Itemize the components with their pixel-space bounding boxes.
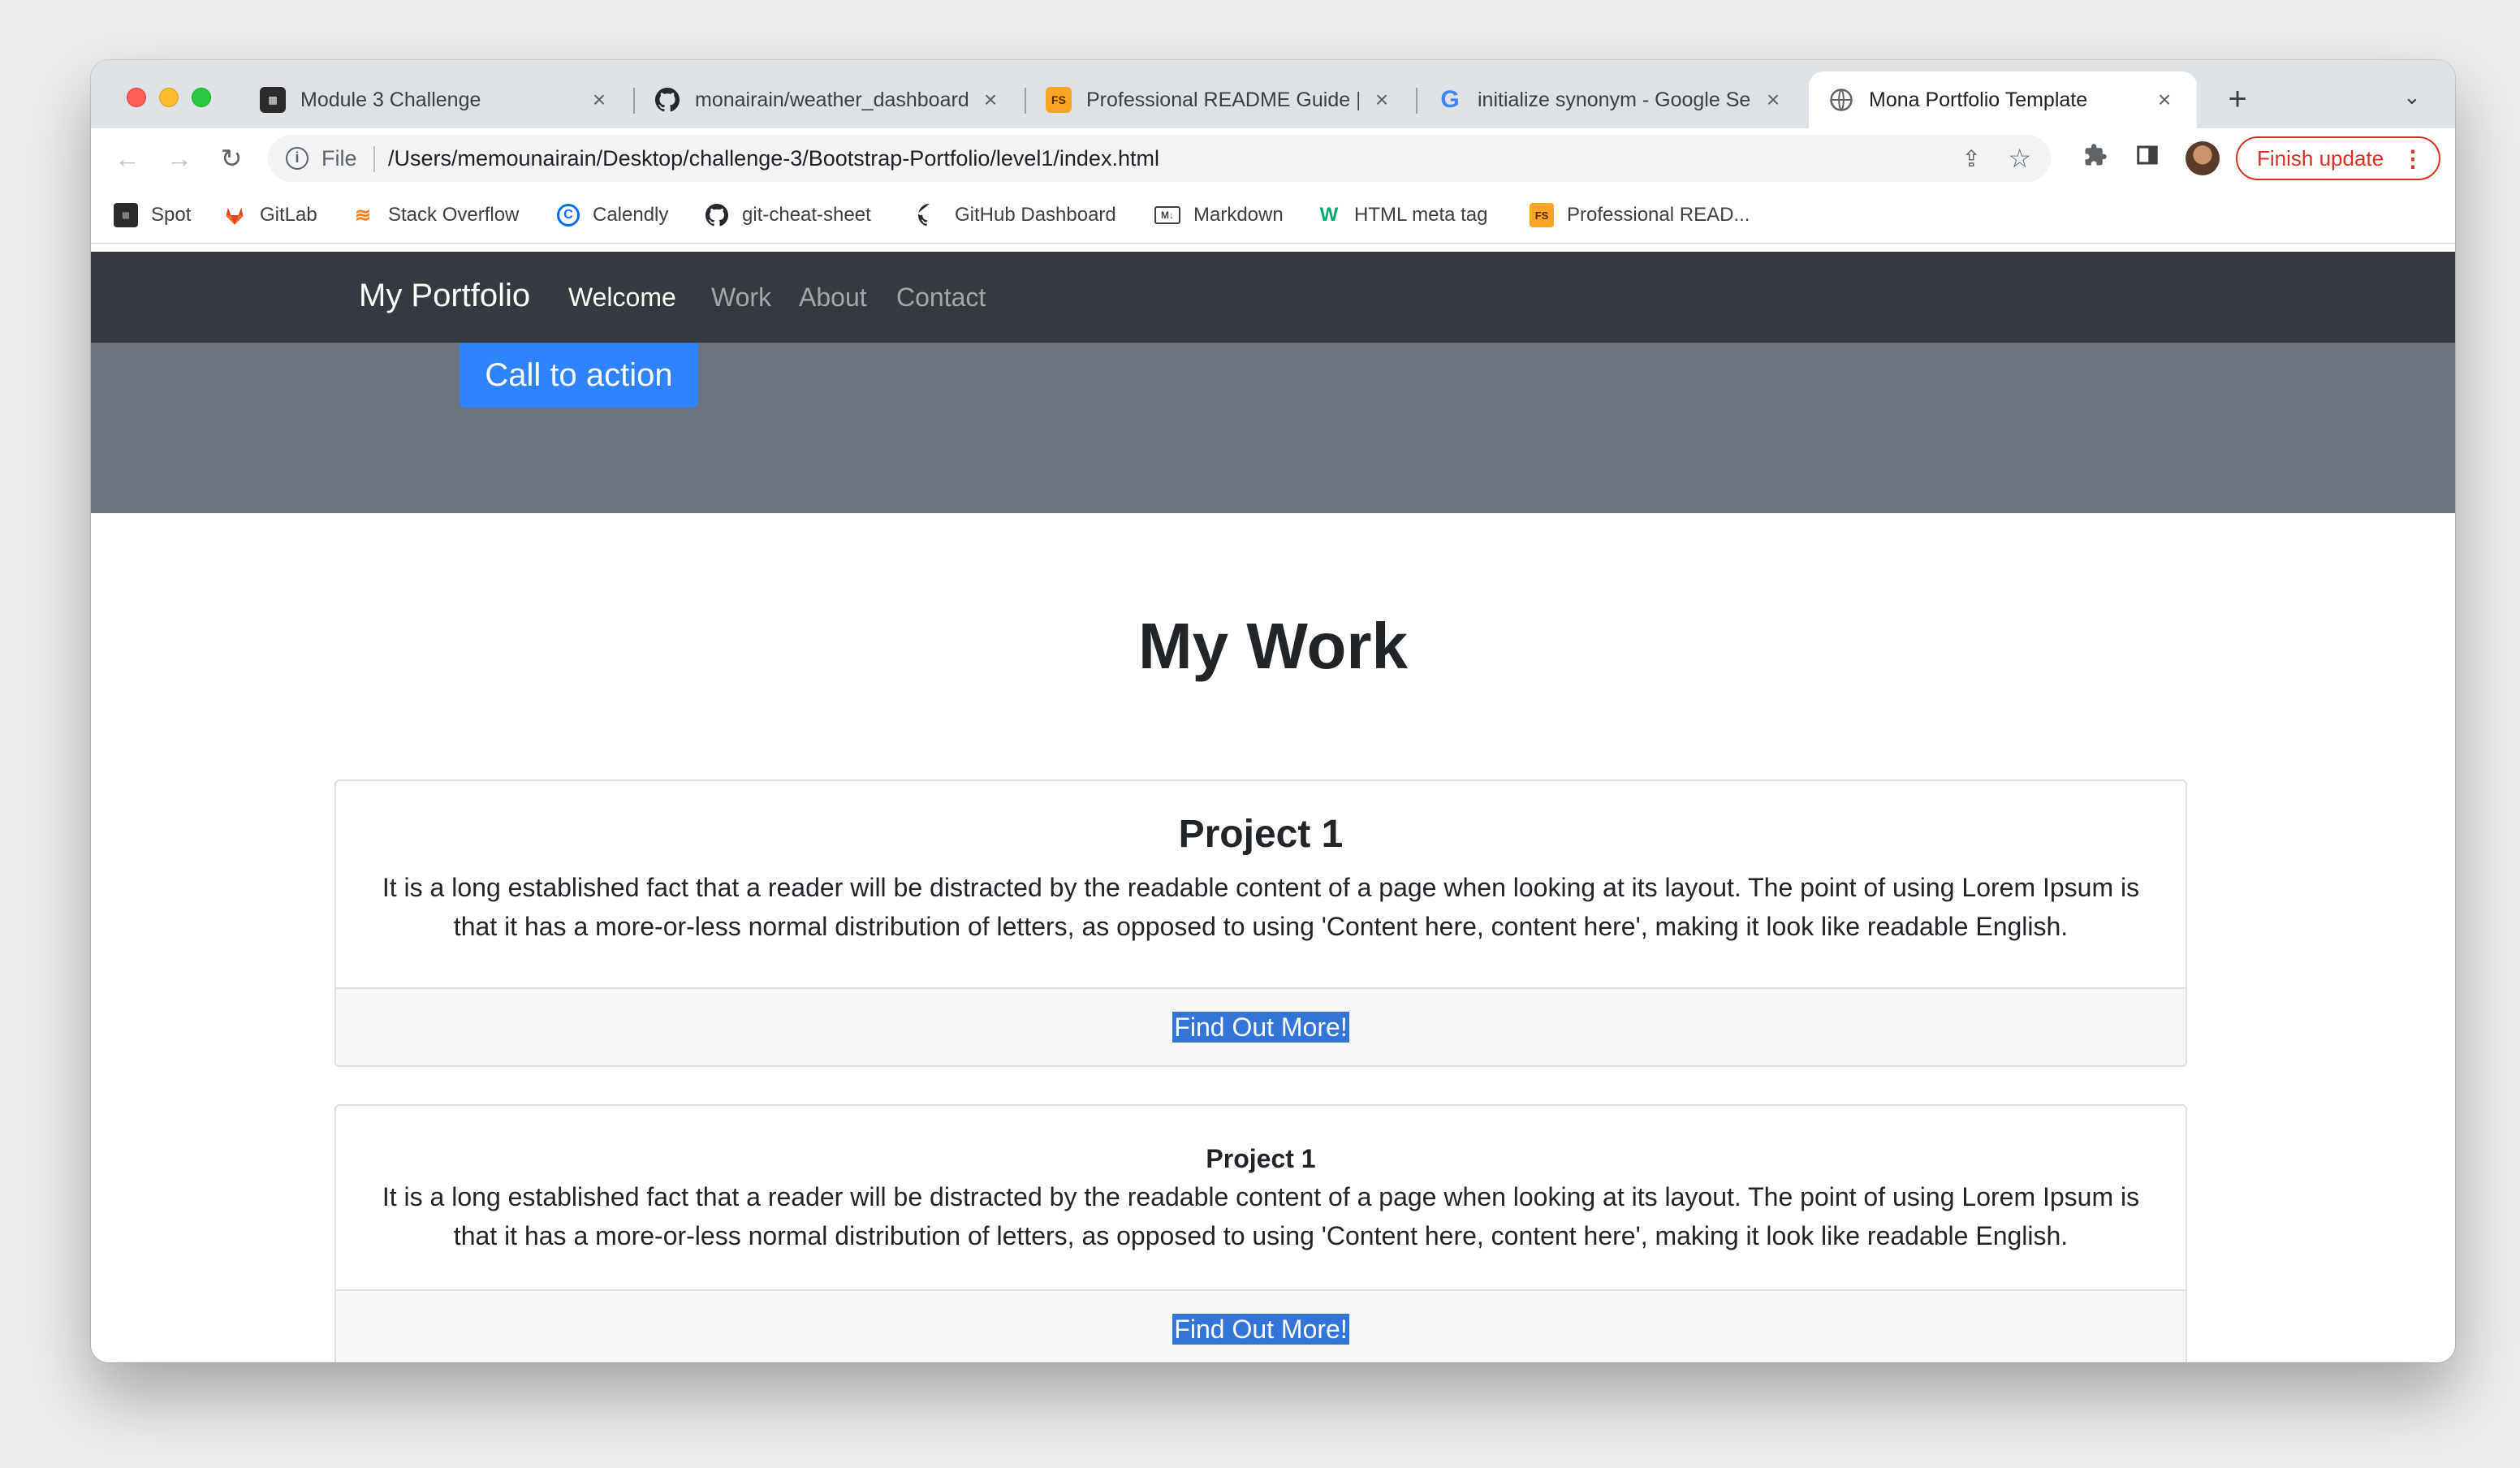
- tab-title: Professional README Guide |: [1086, 88, 1359, 111]
- bookmark-label: Stack Overflow: [388, 204, 520, 226]
- bookmark-label: GitHub Dashboard: [955, 204, 1116, 226]
- bookmark-spot[interactable]: ▦ Spot: [114, 201, 191, 229]
- find-out-more-link[interactable]: Find Out More!: [1172, 1012, 1349, 1043]
- hero-section: Call to action: [91, 343, 2455, 513]
- address-divider: [373, 146, 375, 172]
- calendly-icon: C: [557, 204, 580, 227]
- card-body: Project 1 It is a long established fact …: [336, 1106, 2186, 1255]
- side-panel-icon[interactable]: [2130, 141, 2164, 175]
- close-tab-icon[interactable]: ×: [1760, 87, 1786, 113]
- card-text: It is a long established fact that a rea…: [382, 1182, 2140, 1250]
- close-tab-icon[interactable]: ×: [2151, 87, 2177, 113]
- page-viewport: My Portfolio Welcome Work About Contact …: [91, 252, 2455, 1362]
- minimize-window-button[interactable]: [159, 88, 179, 107]
- tab-weather-dashboard[interactable]: monairain/weather_dashboard ×: [635, 71, 1023, 128]
- bookmark-git-cheat-sheet[interactable]: git-cheat-sheet: [705, 201, 871, 229]
- tab-mona-portfolio[interactable]: Mona Portfolio Template ×: [1809, 71, 2197, 128]
- profile-avatar[interactable]: [2186, 141, 2220, 175]
- find-out-more-link[interactable]: Find Out More!: [1172, 1314, 1349, 1345]
- bookmarks-bar: ▦ Spot GitLab ≋ Stack Overflow C Calendl…: [91, 188, 2455, 244]
- new-tab-icon[interactable]: +: [2218, 80, 2257, 119]
- bookmark-label: GitLab: [260, 204, 317, 226]
- github-icon: [654, 87, 680, 113]
- close-tab-icon[interactable]: ×: [977, 87, 1003, 113]
- more-vert-icon[interactable]: ⋮: [2401, 145, 2424, 172]
- bookmark-label: Spot: [151, 204, 192, 226]
- bookmark-label: Markdown: [1193, 204, 1284, 226]
- github-icon: [917, 203, 942, 227]
- bookmark-gitlab[interactable]: GitLab: [222, 201, 317, 229]
- fs-icon: FS: [1530, 203, 1554, 227]
- nav-welcome[interactable]: Welcome: [568, 283, 676, 313]
- card-text: It is a long established fact that a rea…: [382, 873, 2140, 941]
- github-icon: [705, 203, 729, 227]
- browser-toolbar: ← → ↻ i File /Users/memounairain/Desktop…: [91, 128, 2455, 188]
- navbar-brand[interactable]: My Portfolio: [359, 278, 530, 314]
- address-bar[interactable]: i File /Users/memounairain/Desktop/chall…: [268, 135, 2051, 182]
- tab-google-search[interactable]: G initialize synonym - Google Se ×: [1418, 71, 1806, 128]
- tab-readme-guide[interactable]: FS Professional README Guide | ×: [1026, 71, 1414, 128]
- nav-work[interactable]: Work: [711, 283, 771, 313]
- share-icon[interactable]: ⇪: [1962, 145, 1981, 172]
- bookmark-calendly[interactable]: C Calendly: [557, 201, 668, 229]
- bookmark-github-dashboard[interactable]: GitHub Dashboard: [917, 201, 1116, 229]
- bookmark-stack-overflow[interactable]: ≋ Stack Overflow: [351, 201, 519, 229]
- card-footer: Find Out More!: [336, 1289, 2186, 1362]
- bookmark-html-meta-tag[interactable]: W HTML meta tag: [1317, 201, 1488, 229]
- tab-module-3-challenge[interactable]: ▦ Module 3 Challenge ×: [240, 71, 632, 128]
- project-card: Project 1 It is a long established fact …: [334, 779, 2187, 1067]
- tab-title: Module 3 Challenge: [300, 88, 481, 111]
- tab-title: monairain/weather_dashboard: [695, 88, 968, 111]
- card-footer: Find Out More!: [336, 987, 2186, 1065]
- finish-update-button[interactable]: Finish update ⋮: [2236, 136, 2440, 180]
- card-body: Project 1 It is a long established fact …: [336, 781, 2186, 946]
- project-card: Project 1 It is a long established fact …: [334, 1104, 2187, 1362]
- url-text[interactable]: /Users/memounairain/Desktop/challenge-3/…: [388, 146, 1159, 171]
- url-scheme: File: [321, 146, 357, 171]
- close-window-button[interactable]: [127, 88, 146, 107]
- zoom-window-button[interactable]: [192, 88, 211, 107]
- call-to-action-button[interactable]: Call to action: [460, 343, 698, 408]
- forward-icon[interactable]: →: [162, 141, 196, 175]
- markdown-icon: M↓: [1154, 206, 1180, 224]
- extensions-icon[interactable]: [2078, 141, 2112, 175]
- bookmark-label: Professional READ...: [1567, 204, 1750, 226]
- tab-strip: ▦ Module 3 Challenge × monairain/weather…: [91, 60, 2455, 128]
- close-tab-icon[interactable]: ×: [1369, 87, 1395, 113]
- site-navbar: My Portfolio Welcome Work About Contact: [91, 252, 2455, 343]
- bookmark-label: git-cheat-sheet: [742, 204, 871, 226]
- google-icon: G: [1440, 86, 1460, 113]
- bookmark-label: HTML meta tag: [1354, 204, 1488, 226]
- w3-icon: W: [1319, 204, 1339, 226]
- stackoverflow-icon: ≋: [354, 204, 372, 227]
- tab-title: initialize synonym - Google Se: [1478, 88, 1750, 111]
- fs-icon: FS: [1046, 87, 1072, 113]
- bookmark-star-icon[interactable]: ☆: [2008, 143, 2031, 174]
- bookmark-markdown[interactable]: M↓ Markdown: [1154, 201, 1284, 229]
- spot-icon: ▦: [114, 203, 138, 227]
- section-title: My Work: [1138, 610, 1408, 682]
- chevron-down-icon[interactable]: ⌄: [2403, 84, 2421, 110]
- nav-about[interactable]: About: [799, 283, 867, 313]
- nav-contact[interactable]: Contact: [896, 283, 986, 313]
- gitlab-icon: [222, 203, 247, 227]
- browser-window: ▦ Module 3 Challenge × monairain/weather…: [91, 60, 2455, 1362]
- card-title: Project 1: [1206, 1144, 1316, 1173]
- finish-update-label: Finish update: [2257, 145, 2384, 171]
- globe-icon: [1828, 87, 1854, 113]
- info-icon[interactable]: i: [286, 147, 309, 170]
- card-title: Project 1: [1178, 813, 1344, 856]
- module-icon: ▦: [260, 87, 286, 113]
- reload-icon[interactable]: ↻: [214, 141, 248, 175]
- tab-title: Mona Portfolio Template: [1869, 88, 2088, 111]
- back-icon[interactable]: ←: [110, 141, 145, 175]
- bookmark-professional-readme[interactable]: FS Professional READ...: [1530, 201, 1750, 229]
- bookmark-label: Calendly: [593, 204, 669, 226]
- close-tab-icon[interactable]: ×: [586, 87, 612, 113]
